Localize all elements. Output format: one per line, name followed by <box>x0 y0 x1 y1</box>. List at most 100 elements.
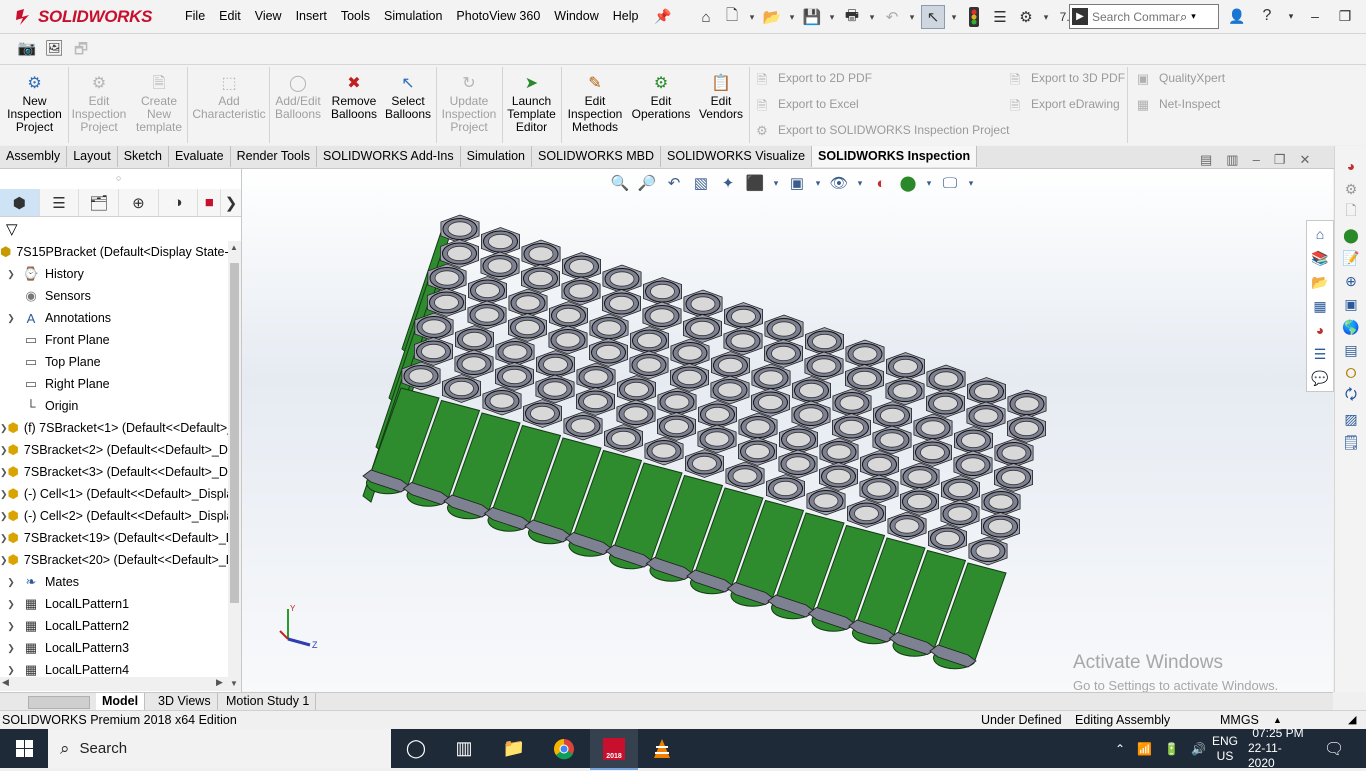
globe-icon[interactable]: 🌎 <box>1340 316 1362 338</box>
tray-expand-icon[interactable]: ⌃ <box>1115 742 1125 756</box>
undo-icon[interactable]: ↶ <box>881 6 903 28</box>
apply-scene-icon[interactable]: ⬤ <box>898 173 918 193</box>
tree-item[interactable]: ❯⬢ 7SBracket<3> (Default<<Default>_Displa… <box>0 461 228 483</box>
export-inspection-project-button[interactable]: ⚙ Export to SOLIDWORKS Inspection Project <box>754 123 1009 138</box>
tree-item[interactable]: ❯⬢ 7SBracket<19> (Default<<Default>_Displ… <box>0 527 228 549</box>
menu-simulation[interactable]: Simulation <box>377 0 449 33</box>
tree-item[interactable]: ❯ A Annotations <box>0 307 228 329</box>
dropdown-arrow-icon[interactable]: ▾ <box>1041 6 1051 28</box>
menu-insert[interactable]: Insert <box>289 0 334 33</box>
menu-window[interactable]: Window <box>547 0 605 33</box>
net-inspect-button[interactable]: ▦ Net-Inspect <box>1135 97 1221 112</box>
scroll-left-icon[interactable]: ◀ <box>2 677 9 688</box>
dropdown-arrow-icon[interactable]: ▾ <box>772 173 780 193</box>
task-view-icon[interactable]: ▥ <box>440 729 488 768</box>
export-excel-button[interactable]: 🗎 Export to Excel <box>754 97 859 113</box>
clock[interactable]: 07:25 PM 22-11-2020 <box>1248 726 1308 770</box>
forum-icon[interactable]: 💬 <box>1309 367 1331 389</box>
tab-navigation-arrows[interactable] <box>28 696 90 709</box>
taskbar-search-box[interactable]: ⌕ Search <box>48 729 391 768</box>
minimize-icon[interactable]: – <box>1304 8 1326 24</box>
doc-restore-icon[interactable]: ❐ <box>1274 152 1286 168</box>
tab-assembly[interactable]: Assembly <box>0 146 68 167</box>
user-icon[interactable]: 👤 <box>1226 8 1248 25</box>
file-properties-icon[interactable]: ☰ <box>989 6 1011 28</box>
tile-right-icon[interactable]: ▥ <box>1226 152 1238 168</box>
tree-item[interactable]: └ Origin <box>0 395 228 417</box>
tab-sketch[interactable]: Sketch <box>117 146 169 167</box>
view-palette-icon[interactable]: ▦ <box>1309 295 1331 317</box>
macro-icon[interactable]: ⚙ <box>1340 178 1362 200</box>
dropdown-arrow-icon[interactable]: ▾ <box>747 6 757 28</box>
tab-evaluate[interactable]: Evaluate <box>168 146 231 167</box>
tab-solidworks-inspection[interactable]: SOLIDWORKS Inspection <box>812 146 978 167</box>
dropdown-arrow-icon[interactable]: ▾ <box>787 6 797 28</box>
remove-balloons-button[interactable]: ✖ Remove Balloons <box>328 75 380 121</box>
file-explorer-icon[interactable]: 📂 <box>1309 271 1331 293</box>
measure-icon[interactable]: ▨ <box>1340 408 1362 430</box>
select-cursor-icon[interactable]: ↖ <box>921 5 945 29</box>
tab-simulation[interactable]: Simulation <box>460 146 533 167</box>
dropdown-arrow-icon[interactable]: ▾ <box>907 6 917 28</box>
appearances-icon[interactable]: ◕ <box>1309 319 1331 341</box>
menu-tools[interactable]: Tools <box>334 0 377 33</box>
camera-icon[interactable]: 📷 <box>17 39 37 57</box>
expand-arrow-icon[interactable]: ❯ <box>0 445 8 456</box>
horizontal-scrollbar[interactable]: ◀ ▶ <box>0 677 228 691</box>
export-edrawing-button[interactable]: 🗎 Export eDrawing <box>1007 97 1120 113</box>
zoom-to-area-icon[interactable]: 🔎 <box>637 173 657 193</box>
dropdown-arrow-icon[interactable]: ▾ <box>967 173 975 193</box>
add-characteristic-button[interactable]: ⬚ Add Characteristic <box>190 75 268 121</box>
disabled-capture-icon[interactable]: 🗗 <box>71 39 91 58</box>
scene-icon[interactable]: ⬤ <box>1340 224 1362 246</box>
tree-item[interactable]: ❯ ▦ LocalLPattern3 <box>0 637 228 659</box>
tree-item[interactable]: ❯⬢ 7SBracket<20> (Default<<Default>_Displ… <box>0 549 228 571</box>
tree-item[interactable]: ❯⬢ (f) 7SBracket<1> (Default<<Default>_Di… <box>0 417 228 439</box>
menu-photoview-360[interactable]: PhotoView 360 <box>449 0 547 33</box>
network-icon[interactable]: 📶 <box>1137 742 1152 756</box>
select-balloons-button[interactable]: ↖ Select Balloons <box>382 75 434 121</box>
pin-icon[interactable]: 📌 <box>654 8 671 25</box>
search-commands-input[interactable] <box>1092 9 1180 24</box>
dropdown-arrow-icon[interactable]: ▾ <box>814 173 822 193</box>
expand-arrow-icon[interactable]: ❯ <box>0 621 22 632</box>
battery-pack-model[interactable] <box>242 169 1333 692</box>
tree-item[interactable]: ◉ Sensors <box>0 285 228 307</box>
dropdown-arrow-icon[interactable]: ▾ <box>827 6 837 28</box>
tab-solidworks-visualize[interactable]: SOLIDWORKS Visualize <box>661 146 813 167</box>
menu-file[interactable]: File <box>178 0 212 33</box>
search-commands-box[interactable]: ▶ ⌕ ▾ <box>1069 4 1219 29</box>
display-manager-tab-icon[interactable]: ◑ <box>159 189 199 216</box>
tab-motion-study[interactable]: Motion Study 1 <box>220 693 317 710</box>
menu-edit[interactable]: Edit <box>212 0 248 33</box>
tree-item[interactable]: ❯ ▦ LocalLPattern2 <box>0 615 228 637</box>
mate-reference-icon[interactable]: ⊕ <box>1340 270 1362 292</box>
unit-system-selector[interactable]: MMGS <box>1220 713 1259 727</box>
tab-3d-views[interactable]: 3D Views <box>152 693 218 710</box>
tree-item[interactable]: ❯ ❧ Mates <box>0 571 228 593</box>
tree-item[interactable]: ❯⬢ 7SBracket<2> (Default<<Default>_Displa… <box>0 439 228 461</box>
windows-start-icon[interactable] <box>0 729 48 768</box>
launch-template-editor-button[interactable]: ➤ Launch Template Editor <box>504 75 559 134</box>
cortana-icon[interactable]: ◯ <box>392 729 440 768</box>
hide-show-items-icon[interactable]: 👁 <box>829 173 849 193</box>
library-icon[interactable]: 🗋 <box>1340 201 1362 223</box>
camera-view-icon[interactable]: ▣ <box>1340 293 1362 315</box>
inspection-tab-icon[interactable]: ■ <box>198 189 222 216</box>
language-indicator[interactable]: ENG US <box>1212 729 1238 768</box>
scroll-up-icon[interactable]: ▲ <box>230 243 238 252</box>
tree-item[interactable]: ⬢ 7S15PBracket (Default<Display State-1>) <box>0 241 228 263</box>
expand-arrow-icon[interactable]: ❯ <box>0 665 22 676</box>
property-manager-tab-icon[interactable]: ☰ <box>40 189 80 216</box>
render-settings-icon[interactable]: ▤ <box>1340 339 1362 361</box>
properties-icon[interactable]: 📝 <box>1340 247 1362 269</box>
solidworks-taskbar-icon[interactable]: 2018 <box>590 729 638 770</box>
panel-grip-icon[interactable]: ○ <box>116 173 121 183</box>
expand-arrow-icon[interactable]: ❯ <box>0 313 22 324</box>
print-icon[interactable]: 🖶 <box>841 6 863 28</box>
edit-inspection-methods-button[interactable]: ✎ Edit Inspection Methods <box>564 75 626 134</box>
compare-icon[interactable]: 🗘 <box>1340 385 1362 407</box>
export-2d-pdf-button[interactable]: 🗎 Export to 2D PDF <box>754 71 872 87</box>
graphics-viewport[interactable]: Y Z <box>242 169 1333 692</box>
vlc-icon[interactable] <box>638 729 686 768</box>
